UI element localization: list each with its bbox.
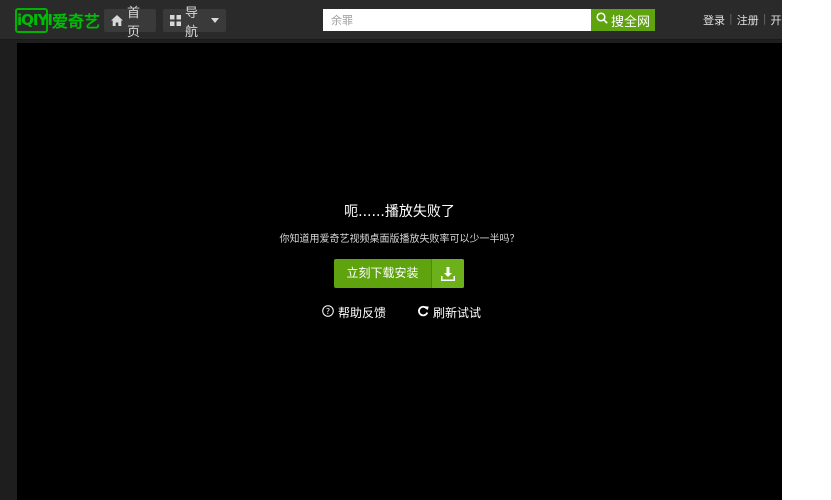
download-icon: [431, 259, 464, 288]
search-icon: [596, 12, 608, 28]
iqiyi-logo[interactable]: iQIYI 爱奇艺: [15, 6, 100, 34]
app-window: iQIYI 爱奇艺 首页 导航 搜全网 登录: [0, 0, 782, 500]
link-separator: |: [729, 12, 733, 25]
home-label: 首页: [127, 5, 141, 40]
video-player[interactable]: 呃......播放失败了 你知道用爱奇艺视频桌面版播放失败率可以少一半吗？ 立刻…: [17, 43, 782, 500]
svg-text:?: ?: [326, 307, 330, 316]
guide-menu-button[interactable]: 导航: [163, 6, 226, 40]
download-install-button[interactable]: 立刻下载安装: [334, 259, 464, 288]
help-icon: ?: [322, 305, 334, 320]
error-title: 呃......播放失败了: [344, 204, 455, 220]
download-install-label: 立刻下载安装: [346, 266, 419, 280]
search-button[interactable]: 搜全网: [591, 9, 655, 31]
open-vip-link[interactable]: 开通: [770, 12, 782, 28]
help-feedback-link[interactable]: ? 帮助反馈: [322, 304, 386, 321]
help-feedback-label: 帮助反馈: [338, 306, 387, 320]
error-subtitle: 你知道用爱奇艺视频桌面版播放失败率可以少一半吗？: [279, 234, 520, 245]
refresh-icon: [417, 305, 429, 320]
logo-text: 爱奇艺: [52, 12, 101, 31]
home-button[interactable]: 首页: [104, 6, 156, 40]
refresh-retry-label: 刷新试试: [433, 306, 482, 320]
logo-mark: iQIYI: [15, 7, 53, 33]
link-separator: |: [762, 12, 767, 25]
top-bar: iQIYI 爱奇艺 首页 导航 搜全网 登录: [0, 0, 782, 40]
guide-label: 导航: [185, 5, 199, 40]
refresh-retry-link[interactable]: 刷新试试: [417, 304, 481, 321]
home-icon: [111, 15, 123, 26]
register-link[interactable]: 注册: [737, 12, 759, 28]
account-links: 登录 | 注册 | 开通: [703, 12, 782, 28]
search-button-label: 搜全网: [610, 14, 650, 30]
caret-down-icon: [211, 18, 219, 23]
search-input[interactable]: [323, 9, 591, 31]
login-link[interactable]: 登录: [703, 12, 725, 28]
grid-icon: [170, 15, 181, 26]
